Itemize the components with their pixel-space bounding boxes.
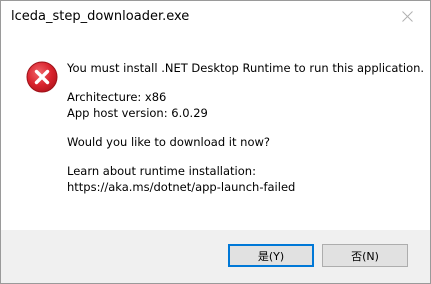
message-line-main: You must install .NET Desktop Runtime to… bbox=[67, 61, 425, 75]
dialog-content: You must install .NET Desktop Runtime to… bbox=[1, 33, 430, 233]
no-button[interactable]: 否(N) bbox=[322, 244, 408, 267]
yes-button[interactable]: 是(Y) bbox=[228, 244, 314, 267]
message-line-url: https://aka.ms/dotnet/app-launch-failed bbox=[67, 180, 296, 194]
close-icon bbox=[401, 11, 413, 22]
message-dialog: lceda_step_downloader.exe You must insta… bbox=[0, 0, 431, 284]
window-title: lceda_step_downloader.exe bbox=[11, 9, 190, 24]
message-line-architecture: Architecture: x86 bbox=[67, 90, 167, 104]
button-bar: 是(Y) 否(N) bbox=[1, 230, 430, 283]
message-line-learn: Learn about runtime installation: bbox=[67, 164, 256, 178]
message-line-question: Would you like to download it now? bbox=[67, 135, 270, 149]
error-icon bbox=[26, 61, 58, 93]
message-line-host-version: App host version: 6.0.29 bbox=[67, 106, 208, 120]
title-bar[interactable]: lceda_step_downloader.exe bbox=[1, 1, 430, 33]
close-button[interactable] bbox=[384, 1, 430, 32]
message-text: You must install .NET Desktop Runtime to… bbox=[67, 60, 425, 195]
